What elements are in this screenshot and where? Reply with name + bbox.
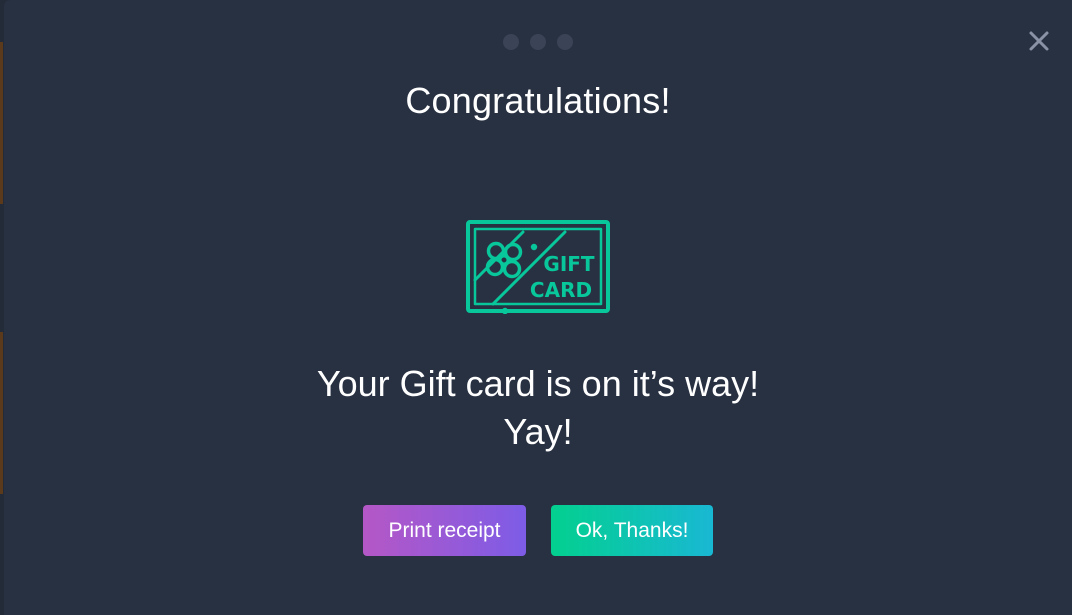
gift-card-label-line2: CARD — [530, 278, 592, 302]
modal-actions: Print receipt Ok, Thanks! — [4, 505, 1072, 556]
step-dot — [530, 34, 546, 50]
gift-card-label-line1: GIFT — [543, 252, 595, 276]
success-modal: Congratulations! GIFT CARD Your Gift car… — [4, 0, 1072, 615]
confirmation-message: Your Gift card is on it’s way! Yay! — [4, 360, 1072, 456]
print-receipt-button[interactable]: Print receipt — [363, 505, 526, 556]
gift-card-icon: GIFT CARD — [466, 220, 610, 314]
modal-title: Congratulations! — [405, 80, 671, 121]
step-dot — [557, 34, 573, 50]
confirmation-message-line2: Yay! — [503, 411, 573, 452]
step-dot — [503, 34, 519, 50]
gift-card-illustration: GIFT CARD — [4, 218, 1072, 314]
close-icon — [1029, 31, 1049, 51]
background-panel-edge — [0, 332, 3, 494]
close-button[interactable] — [1024, 26, 1054, 56]
step-indicator — [4, 34, 1072, 50]
ok-thanks-button[interactable]: Ok, Thanks! — [551, 505, 713, 556]
confirmation-message-line1: Your Gift card is on it’s way! — [316, 363, 760, 404]
background-panel-edge — [0, 42, 3, 204]
